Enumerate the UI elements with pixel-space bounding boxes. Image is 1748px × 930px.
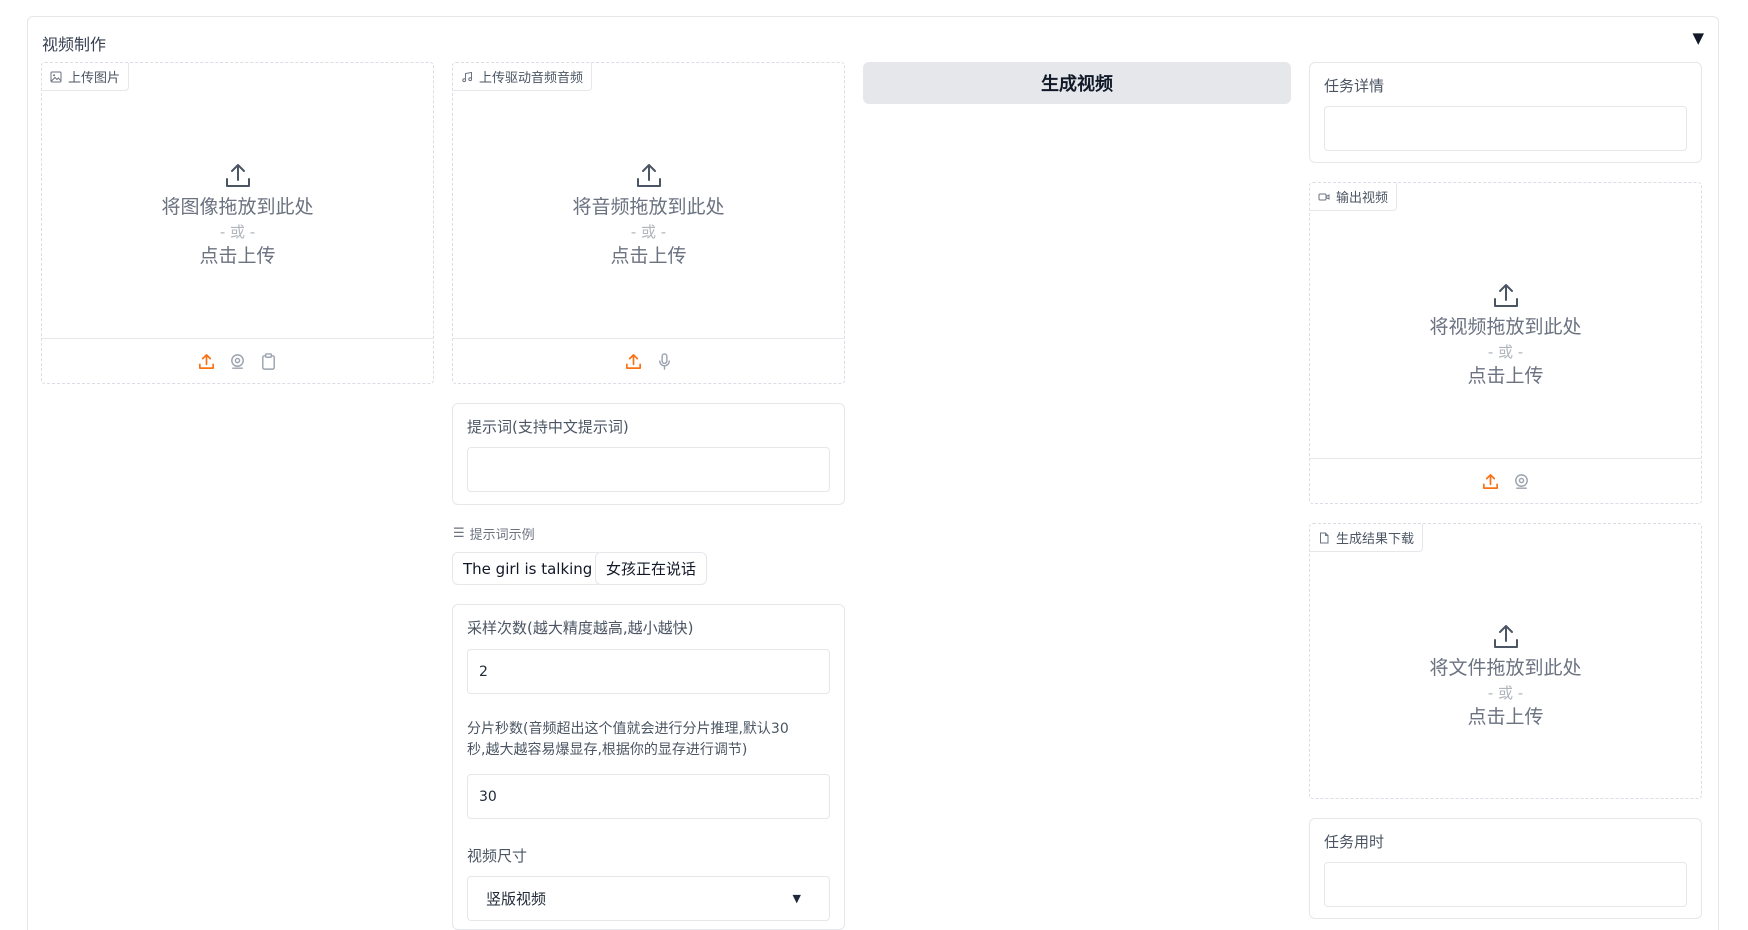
or-divider: - 或 - — [1487, 684, 1524, 702]
output-video-label: 输出视频 — [1310, 183, 1398, 211]
microphone-icon[interactable] — [655, 352, 674, 371]
example-button-1[interactable]: The girl is talking — [452, 552, 604, 585]
steps-label: 采样次数(越大精度越高,越小越快) — [467, 619, 694, 637]
examples-label-text: 提示词示例 — [469, 528, 535, 543]
music-note-icon — [462, 71, 473, 82]
drop-instruction: 将音频拖放到此处 — [572, 196, 725, 218]
task-time-output[interactable] — [1324, 862, 1687, 907]
upload-source-icon[interactable] — [197, 352, 216, 371]
or-divider: - 或 - — [630, 223, 667, 241]
upload-icon — [1493, 284, 1518, 307]
chevron-down-icon: ▼ — [792, 892, 801, 905]
drop-instruction: 将图像拖放到此处 — [161, 196, 314, 218]
audio-drop-zone[interactable]: 将音频拖放到此处 - 或 - 点击上传 — [453, 91, 844, 339]
click-upload-text: 点击上传 — [199, 245, 276, 267]
audio-upload[interactable]: 上传驱动音频音频 将音频拖放到此处 - 或 - 点击上传 — [452, 62, 845, 384]
task-time-label: 任务用时 — [1324, 833, 1385, 851]
triangle-down-icon[interactable]: ▼ — [1692, 29, 1704, 47]
example-button-2[interactable]: 女孩正在说话 — [595, 552, 708, 585]
chunk-label-line1: 分片秒数(音频超出这个值就会进行分片推理,默认30 — [467, 721, 789, 737]
drop-instruction: 将视频拖放到此处 — [1429, 316, 1582, 338]
drop-instruction: 将文件拖放到此处 — [1429, 657, 1582, 679]
upload-icon — [1493, 625, 1518, 648]
examples-label: ☰ 提示词示例 — [453, 524, 535, 543]
list-icon: ☰ — [453, 526, 465, 541]
clipboard-icon[interactable] — [259, 352, 278, 371]
or-divider: - 或 - — [219, 223, 256, 241]
task-detail-panel: 任务详情 — [1309, 62, 1702, 163]
steps-input[interactable] — [467, 649, 830, 694]
audio-upload-label-text: 上传驱动音频音频 — [479, 71, 584, 86]
result-download-label-text: 生成结果下载 — [1336, 532, 1415, 547]
output-video-label-text: 输出视频 — [1336, 191, 1389, 206]
video-source-bar — [1310, 458, 1701, 503]
video-camera-icon — [1318, 193, 1330, 200]
video-drop-zone[interactable]: 将视频拖放到此处 - 或 - 点击上传 — [1310, 211, 1701, 459]
task-detail-output[interactable] — [1324, 106, 1687, 151]
video-size-value: 竖版视频 — [486, 890, 547, 908]
upload-icon — [225, 164, 250, 187]
file-icon — [1320, 532, 1329, 543]
generate-video-button[interactable]: 生成视频 — [863, 62, 1291, 104]
webcam-icon[interactable] — [1512, 472, 1531, 491]
settings-panel: 采样次数(越大精度越高,越小越快) 分片秒数(音频超出这个值就会进行分片推理,默… — [452, 604, 845, 930]
prompt-input[interactable] — [467, 447, 830, 492]
video-size-label: 视频尺寸 — [467, 847, 528, 865]
task-detail-label: 任务详情 — [1324, 77, 1385, 95]
chunk-label-line2: 秒,越大越容易爆显存,根据你的显存进行调节) — [467, 742, 748, 758]
upload-icon — [636, 164, 661, 187]
accordion-title[interactable]: 视频制作 — [42, 31, 106, 55]
or-divider: - 或 - — [1487, 343, 1524, 361]
click-upload-text: 点击上传 — [1467, 706, 1544, 728]
upload-source-icon[interactable] — [1481, 472, 1500, 491]
video-size-select[interactable]: 竖版视频 ▼ — [467, 876, 830, 921]
image-upload[interactable]: 上传图片 将图像拖放到此处 - 或 - 点击上传 — [41, 62, 434, 384]
audio-source-bar — [453, 338, 844, 383]
result-download-label: 生成结果下载 — [1310, 524, 1424, 552]
click-upload-text: 点击上传 — [610, 245, 687, 267]
image-icon — [50, 71, 62, 82]
image-upload-label-text: 上传图片 — [68, 71, 121, 86]
audio-upload-label: 上传驱动音频音频 — [453, 63, 593, 91]
upload-source-icon[interactable] — [624, 352, 643, 371]
output-video-box[interactable]: 输出视频 将视频拖放到此处 - 或 - 点击上传 — [1309, 182, 1702, 504]
file-drop-zone[interactable]: 将文件拖放到此处 - 或 - 点击上传 — [1310, 552, 1701, 800]
image-source-bar — [42, 338, 433, 383]
webcam-icon[interactable] — [228, 352, 247, 371]
prompt-panel: 提示词(支持中文提示词) — [452, 403, 845, 505]
result-download-box[interactable]: 生成结果下载 将文件拖放到此处 - 或 - 点击上传 — [1309, 523, 1702, 799]
prompt-label: 提示词(支持中文提示词) — [467, 418, 629, 436]
click-upload-text: 点击上传 — [1467, 365, 1544, 387]
task-time-panel: 任务用时 — [1309, 818, 1702, 919]
image-upload-label: 上传图片 — [42, 63, 130, 91]
chunk-seconds-input[interactable] — [467, 774, 830, 819]
image-drop-zone[interactable]: 将图像拖放到此处 - 或 - 点击上传 — [42, 91, 433, 339]
